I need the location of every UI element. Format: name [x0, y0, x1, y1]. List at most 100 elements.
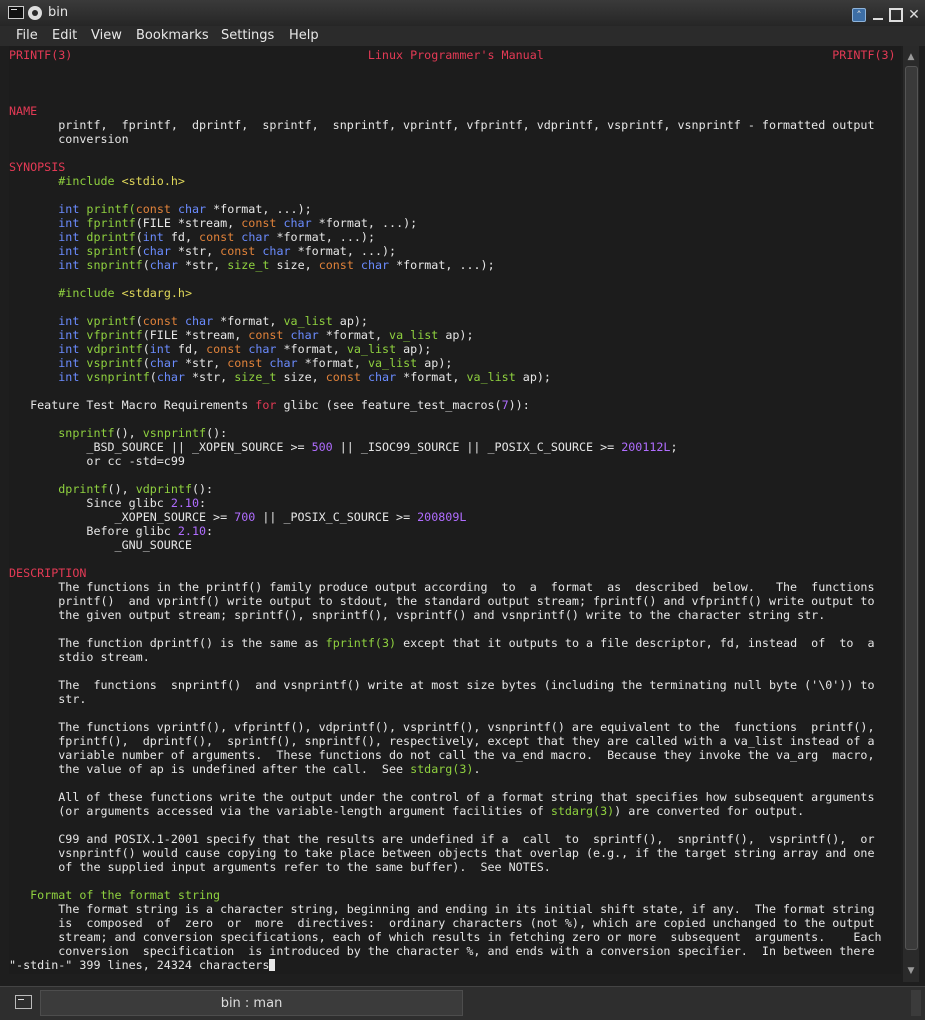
- menu-help[interactable]: Help: [289, 28, 319, 43]
- text-segment: stdarg(3): [550, 804, 615, 818]
- text-segment: vsprintf: [86, 356, 143, 370]
- scroll-down-arrow-icon[interactable]: ▼: [903, 964, 919, 978]
- terminal-line: int vdprintf(int fd, const char *format,…: [9, 342, 431, 356]
- text-segment: Since glibc: [9, 496, 171, 510]
- text-segment: (),: [114, 426, 143, 440]
- text-segment: is composed of zero or more directives: …: [9, 916, 875, 930]
- text-segment: *format, ...);: [318, 216, 418, 230]
- text-segment: const: [142, 314, 185, 328]
- window-title: bin: [48, 5, 69, 20]
- text-segment: 2.10: [170, 496, 199, 510]
- text-segment: (FILE *stream,: [135, 216, 242, 230]
- terminal-line: Since glibc 2.10:: [9, 496, 206, 510]
- text-segment: char: [269, 356, 305, 370]
- text-segment: of the supplied input arguments refer to…: [9, 860, 551, 874]
- scrollbar-thumb[interactable]: [905, 66, 918, 950]
- text-segment: *str,: [177, 244, 221, 258]
- text-segment: stream; and conversion specifications, e…: [9, 930, 882, 944]
- window-menu-icon[interactable]: [28, 6, 42, 20]
- text-segment: int: [58, 244, 87, 258]
- status-text: "-stdin-" 399 lines, 24324 characters: [9, 958, 270, 972]
- text-segment: [9, 286, 58, 300]
- text-segment: stdarg(3): [410, 762, 474, 776]
- text-segment: va_list: [283, 314, 340, 328]
- text-segment: The format string is a character string,…: [9, 902, 875, 916]
- text-segment: *format, ...);: [276, 230, 375, 244]
- text-segment: fprintf: [86, 216, 136, 230]
- terminal-line: The format string is a character string,…: [9, 902, 875, 916]
- text-segment: int: [58, 370, 87, 384]
- text-segment: (: [135, 244, 143, 258]
- text-segment: str.: [9, 692, 87, 706]
- text-segment: *str,: [192, 370, 235, 384]
- text-segment: [9, 370, 58, 384]
- menu-edit[interactable]: Edit: [52, 28, 77, 43]
- terminal-line: dprintf(), vdprintf():: [9, 482, 213, 496]
- terminal-app-icon[interactable]: [8, 6, 24, 19]
- terminal-line: DESCRIPTION: [9, 566, 86, 580]
- session-tab-bar: bin : man: [0, 986, 925, 1020]
- text-segment: ;: [670, 440, 678, 454]
- text-segment: char: [149, 258, 185, 272]
- text-segment: 2.10: [177, 524, 207, 538]
- maximize-button[interactable]: [889, 8, 903, 22]
- new-tab-terminal-icon[interactable]: [15, 995, 32, 1009]
- close-button[interactable]: ✕: [907, 8, 921, 22]
- terminal-line: #include <stdio.h>: [9, 174, 185, 188]
- text-segment: ():: [206, 426, 228, 440]
- text-segment: *format,: [304, 356, 368, 370]
- text-segment: *format,: [283, 342, 347, 356]
- text-segment: va_list: [389, 328, 446, 342]
- terminal-line: vsnprintf() would cause copying to take …: [9, 846, 874, 860]
- menu-view[interactable]: View: [91, 28, 122, 43]
- text-segment: :: [199, 496, 207, 510]
- text-segment: ) are converted for output.: [614, 804, 805, 818]
- text-segment: except that it outputs to a file descrip…: [396, 636, 875, 650]
- text-segment: char: [360, 258, 397, 272]
- text-segment: #include: [58, 286, 122, 300]
- terminal-line: C99 and POSIX.1-2001 specify that the re…: [9, 832, 874, 846]
- text-segment: glibc (see feature_test_macros(: [283, 398, 502, 412]
- terminal-line: snprintf(), vsnprintf():: [9, 426, 227, 440]
- terminal-line: of the supplied input arguments refer to…: [9, 860, 551, 874]
- text-segment: [9, 258, 58, 272]
- text-segment: const: [248, 328, 291, 342]
- terminal-line: conversion specification is introduced b…: [9, 944, 874, 958]
- text-segment: printf() and vprintf() write output to s…: [9, 594, 875, 608]
- menu-bookmarks[interactable]: Bookmarks: [136, 28, 209, 43]
- text-segment: char: [283, 216, 319, 230]
- scroll-up-arrow-icon[interactable]: ▲: [903, 50, 919, 64]
- text-segment: 200112L: [621, 440, 671, 454]
- text-segment: ap);: [424, 356, 453, 370]
- text-segment: int: [58, 328, 87, 342]
- text-segment: (FILE *stream,: [142, 328, 249, 342]
- text-segment: const: [241, 216, 284, 230]
- text-segment: [9, 244, 58, 258]
- text-segment: const: [325, 370, 368, 384]
- session-tab[interactable]: bin : man: [40, 990, 463, 1016]
- minimize-button[interactable]: [871, 8, 885, 22]
- text-segment: <stdio.h>: [121, 174, 185, 188]
- text-segment: [9, 174, 58, 188]
- text-segment: *format, ...);: [213, 202, 312, 216]
- text-segment: the given output stream; sprintf(), snpr…: [9, 608, 826, 622]
- text-segment: (: [142, 356, 150, 370]
- text-segment: int: [149, 342, 178, 356]
- text-segment: printf: [86, 202, 129, 216]
- terminal-output[interactable]: PRINTF(3) Linux Programmer's Manual PRIN…: [9, 46, 901, 974]
- text-segment: or cc -std=c99: [9, 454, 185, 468]
- text-segment: stdio stream.: [9, 650, 150, 664]
- text-segment: the value of ap is undefined after the c…: [9, 762, 411, 776]
- text-segment: char: [142, 244, 178, 258]
- text-segment: [9, 314, 58, 328]
- session-tab-label: bin : man: [220, 996, 283, 1011]
- vertical-scrollbar[interactable]: ▲ ▼: [903, 46, 919, 982]
- text-segment: char: [241, 230, 277, 244]
- keep-above-button[interactable]: ˄: [852, 8, 866, 22]
- text-segment: const: [227, 356, 270, 370]
- text-segment: int: [58, 258, 87, 272]
- menu-settings[interactable]: Settings: [221, 28, 274, 43]
- text-segment: (: [128, 202, 136, 216]
- menu-file[interactable]: File: [16, 28, 38, 43]
- text-segment: [9, 342, 58, 356]
